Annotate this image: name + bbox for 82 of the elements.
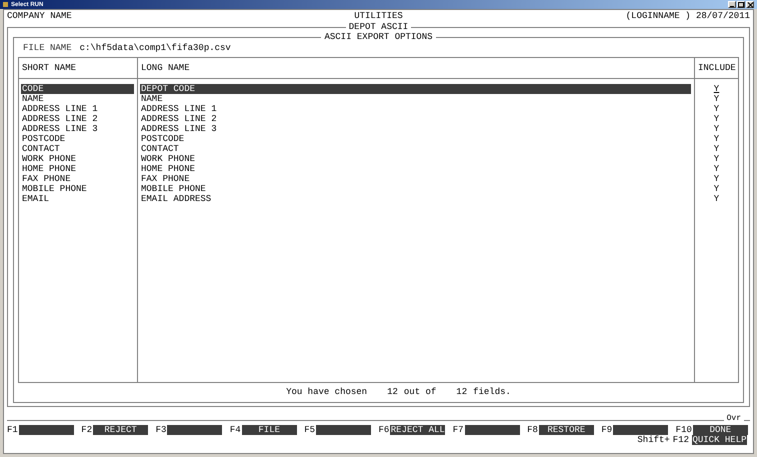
long-name-cell[interactable]: POSTCODE (140, 134, 691, 144)
short-name-cell[interactable]: CONTACT (21, 144, 134, 154)
include-flag[interactable]: Y (714, 174, 720, 184)
include-flag[interactable]: Y (714, 124, 720, 134)
long-name-cell[interactable]: WORK PHONE (140, 154, 691, 164)
summary-text: fields. (473, 387, 511, 398)
function-key-button[interactable]: RESTORE (538, 425, 594, 435)
function-key-label: F10 (676, 425, 693, 435)
function-key-label: F6 (378, 425, 390, 435)
chosen-count: 12 (387, 387, 398, 398)
short-name-cell[interactable]: WORK PHONE (21, 154, 134, 164)
screen-title: DEPOT ASCII (346, 22, 412, 32)
function-key-button[interactable] (167, 425, 222, 435)
function-key-label: F8 (527, 425, 539, 435)
function-key-label: F5 (304, 425, 316, 435)
long-name-cell[interactable]: NAME (140, 94, 691, 104)
function-key-button[interactable] (464, 425, 520, 435)
shift-label: Shift+ (637, 435, 670, 445)
summary-text: out of (404, 387, 436, 398)
minimize-button[interactable] (728, 1, 736, 8)
app-icon (3, 2, 8, 7)
include-flag[interactable]: Y (714, 164, 720, 174)
short-name-cell[interactable]: ADDRESS LINE 3 (21, 124, 134, 134)
include-flag[interactable]: Y (714, 134, 720, 144)
long-name-cell[interactable]: ADDRESS LINE 2 (140, 114, 691, 124)
function-key-label: F1 (7, 425, 19, 435)
long-name-cell[interactable]: ADDRESS LINE 3 (140, 124, 691, 134)
function-key-label: F7 (452, 425, 465, 435)
function-key-label: F4 (230, 425, 242, 435)
function-key-button[interactable]: FILE (242, 425, 297, 435)
column-header: INCLUDE (695, 58, 738, 80)
module-title: UTILITIES (353, 11, 404, 21)
include-flag[interactable]: Y (714, 154, 720, 164)
function-key-button[interactable] (18, 425, 74, 435)
long-name-cell[interactable]: DEPOT CODE (140, 84, 691, 94)
company-name: COMPANY NAME (7, 11, 72, 21)
long-name-cell[interactable]: ADDRESS LINE 1 (140, 104, 691, 114)
function-key-button[interactable]: QUICK HELP (692, 435, 747, 445)
short-name-cell[interactable]: EMAIL (21, 194, 134, 204)
function-key-button[interactable]: REJECT ALL (390, 425, 446, 435)
short-name-cell[interactable]: ADDRESS LINE 1 (21, 104, 134, 114)
close-icon (747, 2, 753, 8)
long-name-cell[interactable]: FAX PHONE (140, 174, 691, 184)
login-name: (LOGINNAME ) (626, 11, 691, 21)
column-header: SHORT NAME (19, 58, 137, 80)
short-name-cell[interactable]: HOME PHONE (21, 164, 134, 174)
include-flag[interactable]: Y (714, 104, 720, 114)
function-key-button[interactable] (613, 425, 668, 435)
maximize-icon (738, 2, 744, 8)
function-key-button[interactable]: REJECT (93, 425, 148, 435)
short-name-cell[interactable]: POSTCODE (21, 134, 134, 144)
include-flag[interactable]: Y (714, 114, 720, 124)
short-name-cell[interactable]: FAX PHONE (21, 174, 134, 184)
short-name-cell[interactable]: MOBILE PHONE (21, 184, 134, 194)
maximize-button[interactable] (737, 1, 745, 8)
short-name-cell[interactable]: NAME (21, 94, 134, 104)
summary-text: You have chosen (286, 387, 368, 398)
function-key-label: F9 (601, 425, 614, 435)
long-name-cell[interactable]: CONTACT (140, 144, 691, 154)
date: 28/07/2011 (696, 11, 750, 21)
long-name-cell[interactable]: HOME PHONE (140, 164, 691, 174)
file-name-field[interactable]: c:\hf5data\comp1\fifa30p.csv (80, 42, 231, 53)
close-button[interactable] (746, 1, 754, 8)
long-name-cell[interactable]: MOBILE PHONE (140, 184, 691, 194)
include-flag[interactable]: Y (714, 184, 720, 194)
include-flag[interactable]: Y (714, 144, 720, 154)
file-name-label: FILE NAME (23, 42, 72, 53)
short-name-cell[interactable]: ADDRESS LINE 2 (21, 114, 134, 124)
panel-title: ASCII EXPORT OPTIONS (321, 32, 436, 42)
function-key-label: F3 (156, 425, 168, 435)
function-key-label: F12 (672, 435, 689, 445)
mode-indicator: Ovr (724, 414, 744, 424)
total-count: 12 (456, 387, 468, 398)
include-flag[interactable]: Y (714, 84, 720, 94)
include-flag[interactable]: Y (714, 194, 720, 204)
column-header: LONG NAME (138, 58, 694, 80)
short-name-cell[interactable]: CODE (21, 84, 134, 94)
function-key-button[interactable] (316, 425, 371, 435)
function-key-label: F2 (81, 425, 94, 435)
function-key-button[interactable]: DONE (692, 425, 748, 435)
include-flag[interactable]: Y (714, 94, 720, 104)
long-name-cell[interactable]: EMAIL ADDRESS (140, 194, 691, 204)
